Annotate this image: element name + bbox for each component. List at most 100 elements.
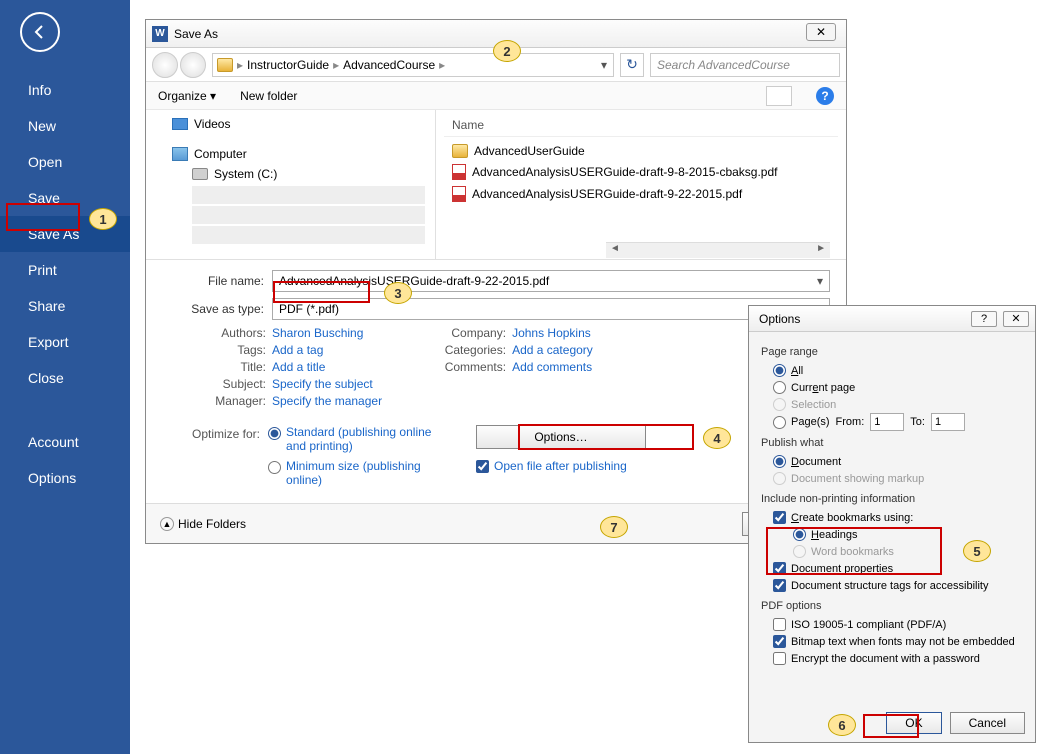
sidebar-item-save[interactable]: Save <box>0 180 130 216</box>
meta-authors[interactable]: Sharon Busching <box>272 326 363 340</box>
files-column-header[interactable]: Name <box>444 114 838 137</box>
chevron-up-icon: ▲ <box>160 517 174 531</box>
sidebar-item-export[interactable]: Export <box>0 324 130 360</box>
meta-tags[interactable]: Add a tag <box>272 343 323 357</box>
options-button[interactable]: Options… <box>476 425 646 449</box>
computer-icon <box>172 147 188 161</box>
meta-company[interactable]: Johns Hopkins <box>512 326 591 340</box>
meta-title[interactable]: Add a title <box>272 360 325 374</box>
optimize-standard-radio[interactable]: Standard (publishing online and printing… <box>268 425 436 453</box>
pdf-icon <box>452 186 466 202</box>
folder-icon <box>217 58 233 72</box>
headings-radio[interactable]: Headings <box>761 526 1023 543</box>
folder-tree[interactable]: Videos Computer System (C:) <box>146 110 436 259</box>
help-icon[interactable]: ? <box>816 87 834 105</box>
bitmap-checkbox[interactable]: Bitmap text when fonts may not be embedd… <box>761 633 1023 650</box>
tree-item[interactable]: Computer <box>146 144 435 164</box>
saveastype-label: Save as type: <box>162 302 272 316</box>
nav-back-button[interactable] <box>152 52 178 78</box>
pdf-icon <box>452 164 466 180</box>
h-scrollbar[interactable] <box>606 242 830 258</box>
range-all-radio[interactable]: All <box>761 362 1023 379</box>
section-pdf-options: PDF options <box>761 600 1023 612</box>
breadcrumb[interactable]: ▸ InstructorGuide ▸ AdvancedCourse ▸ ▾ <box>212 53 614 77</box>
section-include: Include non-printing information <box>761 493 1023 505</box>
filename-label: File name: <box>162 274 272 288</box>
meta-manager[interactable]: Specify the manager <box>272 394 382 408</box>
close-button[interactable]: ✕ <box>806 23 836 41</box>
options-titlebar: Options ? ✕ <box>749 306 1035 332</box>
refresh-button[interactable]: ↻ <box>620 53 644 77</box>
range-selection-radio: Selection <box>761 396 1023 413</box>
backstage-sidebar: Info New Open Save Save As Print Share E… <box>0 0 130 754</box>
word-icon: W <box>152 26 168 42</box>
meta-subject[interactable]: Specify the subject <box>272 377 373 391</box>
tree-item-redacted <box>192 226 425 244</box>
wordbookmarks-radio: Word bookmarks <box>761 543 1023 560</box>
options-close-button[interactable]: ✕ <box>1003 311 1029 327</box>
saveastype-dropdown[interactable]: PDF (*.pdf) <box>272 298 830 320</box>
sidebar-item-open[interactable]: Open <box>0 144 130 180</box>
breadcrumb-part[interactable]: InstructorGuide <box>247 58 329 72</box>
toolbar-row: Organize ▾ New folder ? <box>146 82 846 110</box>
tree-item[interactable]: System (C:) <box>146 164 435 184</box>
open-after-checkbox[interactable]: Open file after publishing <box>476 459 627 473</box>
tree-item[interactable]: Videos <box>146 114 435 134</box>
publish-document-radio[interactable]: Document <box>761 453 1023 470</box>
video-icon <box>172 118 188 130</box>
range-current-radio[interactable]: Current page <box>761 379 1023 396</box>
range-pages-radio[interactable]: Page(s) <box>773 414 830 431</box>
from-input[interactable] <box>870 413 904 431</box>
meta-categories[interactable]: Add a category <box>512 343 593 357</box>
structtags-checkbox[interactable]: Document structure tags for accessibilit… <box>761 577 1023 594</box>
saveas-titlebar: W Save As ✕ <box>146 20 846 48</box>
sidebar-item-info[interactable]: Info <box>0 72 130 108</box>
search-input[interactable]: Search AdvancedCourse <box>650 53 840 77</box>
file-browser: Videos Computer System (C:) Name Advance… <box>146 110 846 260</box>
options-dialog: Options ? ✕ Page range All Current page … <box>748 305 1036 743</box>
file-list[interactable]: Name AdvancedUserGuide AdvancedAnalysisU… <box>436 110 846 259</box>
options-title-text: Options <box>759 312 800 326</box>
tree-item-redacted <box>192 206 425 224</box>
file-item[interactable]: AdvancedAnalysisUSERGuide-draft-9-22-201… <box>444 183 838 205</box>
options-help-button[interactable]: ? <box>971 311 997 327</box>
back-button[interactable] <box>20 12 60 52</box>
newfolder-button[interactable]: New folder <box>240 89 297 103</box>
breadcrumb-part[interactable]: AdvancedCourse <box>343 58 435 72</box>
docprops-checkbox[interactable]: Document properties <box>761 560 1023 577</box>
file-item[interactable]: AdvancedAnalysisUSERGuide-draft-9-8-2015… <box>444 161 838 183</box>
sidebar-item-share[interactable]: Share <box>0 288 130 324</box>
sidebar-item-close[interactable]: Close <box>0 360 130 396</box>
folder-icon <box>452 144 468 158</box>
iso-checkbox[interactable]: ISO 19005-1 compliant (PDF/A) <box>761 616 1023 633</box>
cancel-button[interactable]: Cancel <box>950 712 1025 734</box>
optimize-minimum-radio[interactable]: Minimum size (publishing online) <box>268 459 436 487</box>
save-form: File name: AdvancedAnalysisUSERGuide-dra… <box>146 260 846 497</box>
sidebar-item-new[interactable]: New <box>0 108 130 144</box>
to-input[interactable] <box>931 413 965 431</box>
bookmarks-checkbox[interactable]: Create bookmarks using: <box>761 509 1023 526</box>
organize-menu[interactable]: Organize ▾ <box>158 89 216 103</box>
ok-button[interactable]: OK <box>886 712 941 734</box>
hide-folders-button[interactable]: ▲ Hide Folders <box>160 517 246 531</box>
sidebar-item-saveas[interactable]: Save As <box>0 216 130 252</box>
meta-comments[interactable]: Add comments <box>512 360 592 374</box>
file-item[interactable]: AdvancedUserGuide <box>444 141 838 161</box>
saveas-dialog: W Save As ✕ ▸ InstructorGuide ▸ Advanced… <box>145 19 847 544</box>
filename-input[interactable]: AdvancedAnalysisUSERGuide-draft-9-22-201… <box>272 270 830 292</box>
dialog-footer: ▲ Hide Folders Save <box>146 503 846 543</box>
sidebar-item-options[interactable]: Options <box>0 460 130 496</box>
tree-item-redacted <box>192 186 425 204</box>
nav-forward-button[interactable] <box>180 52 206 78</box>
section-page-range: Page range <box>761 346 1023 358</box>
nav-row: ▸ InstructorGuide ▸ AdvancedCourse ▸ ▾ ↻… <box>146 48 846 82</box>
encrypt-checkbox[interactable]: Encrypt the document with a password <box>761 650 1023 667</box>
optimize-label: Optimize for: <box>192 425 260 487</box>
sidebar-item-print[interactable]: Print <box>0 252 130 288</box>
view-button[interactable] <box>766 86 792 106</box>
saveas-title-text: Save As <box>174 27 218 41</box>
publish-markup-radio: Document showing markup <box>761 470 1023 487</box>
sidebar-item-account[interactable]: Account <box>0 424 130 460</box>
section-publish-what: Publish what <box>761 437 1023 449</box>
drive-icon <box>192 168 208 180</box>
